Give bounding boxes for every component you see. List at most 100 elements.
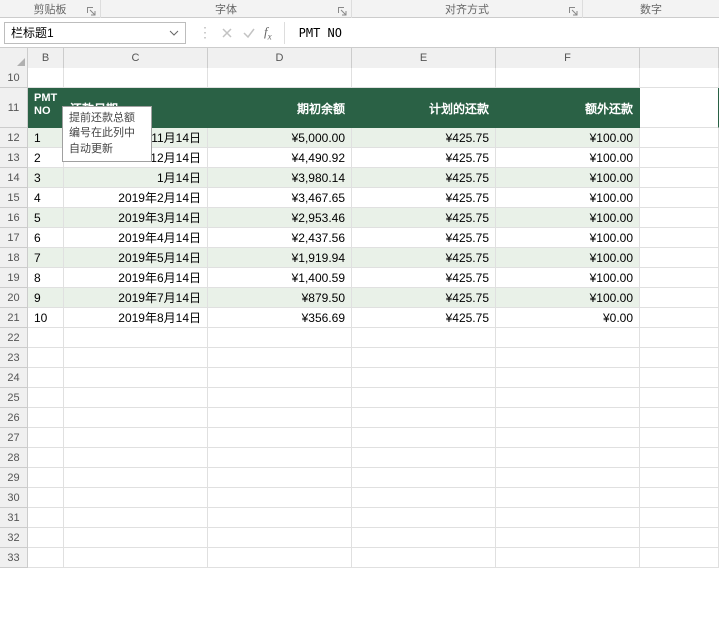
cell[interactable] [352,488,496,508]
cell[interactable] [64,448,208,468]
cell-scheduled[interactable]: ¥425.75 [352,148,496,168]
cell[interactable] [496,368,640,388]
cell-extra[interactable]: ¥100.00 [496,228,640,248]
row-header[interactable]: 29 [0,468,28,488]
dialog-launcher-icon[interactable] [568,6,578,16]
cell[interactable] [640,508,719,528]
cell[interactable] [28,488,64,508]
cell-balance[interactable]: ¥1,400.59 [208,268,352,288]
cell-scheduled[interactable]: ¥425.75 [352,228,496,248]
cell[interactable] [208,488,352,508]
cell[interactable] [640,408,719,428]
cell[interactable] [640,268,719,288]
col-header[interactable]: C [64,48,208,68]
cell[interactable] [64,548,208,568]
row-header[interactable]: 13 [0,148,28,168]
cell[interactable] [64,468,208,488]
cell[interactable] [640,228,719,248]
cell[interactable] [640,128,719,148]
cell[interactable] [496,548,640,568]
cell-scheduled[interactable]: ¥425.75 [352,188,496,208]
cell[interactable] [640,468,719,488]
cell[interactable] [640,148,719,168]
row-header[interactable]: 20 [0,288,28,308]
cell-date[interactable]: 2019年8月14日 [64,308,208,328]
cell-balance[interactable]: ¥2,437.56 [208,228,352,248]
cell[interactable] [640,328,719,348]
cell-extra[interactable]: ¥0.00 [496,308,640,328]
cell-extra[interactable]: ¥100.00 [496,268,640,288]
cell[interactable] [208,448,352,468]
cell-pmt-no[interactable]: 6 [28,228,64,248]
cell-balance[interactable]: ¥356.69 [208,308,352,328]
cell-extra[interactable]: ¥100.00 [496,168,640,188]
row-header[interactable]: 17 [0,228,28,248]
cell[interactable] [28,508,64,528]
cell[interactable] [64,368,208,388]
cell[interactable] [352,388,496,408]
cell[interactable] [496,348,640,368]
cell[interactable] [208,408,352,428]
cell[interactable] [352,328,496,348]
cell[interactable] [208,548,352,568]
cell[interactable] [28,548,64,568]
row-header[interactable]: 12 [0,128,28,148]
row-header[interactable]: 14 [0,168,28,188]
check-icon[interactable] [242,26,256,40]
cell-extra[interactable]: ¥100.00 [496,208,640,228]
row-header[interactable]: 24 [0,368,28,388]
name-box-input[interactable] [11,26,169,40]
fx-icon[interactable]: fx [264,24,272,42]
cell[interactable] [28,528,64,548]
cell[interactable] [640,528,719,548]
cell[interactable] [208,468,352,488]
cell-balance[interactable]: ¥879.50 [208,288,352,308]
cell-pmt-no[interactable]: 7 [28,248,64,268]
cell-extra[interactable]: ¥100.00 [496,248,640,268]
header-extra[interactable]: 额外还款 [496,88,640,128]
cell[interactable] [496,468,640,488]
cell-pmt-no[interactable]: 9 [28,288,64,308]
row-header[interactable]: 16 [0,208,28,228]
cell[interactable] [640,388,719,408]
cell-pmt-no[interactable]: 3 [28,168,64,188]
cell[interactable] [28,368,64,388]
cell-balance[interactable]: ¥3,980.14 [208,168,352,188]
cell[interactable] [352,548,496,568]
cell[interactable] [64,348,208,368]
cell-pmt-no[interactable]: 2 [28,148,64,168]
cell[interactable] [496,388,640,408]
cell[interactable] [208,68,352,88]
cell[interactable] [64,388,208,408]
cell-date[interactable]: 2019年5月14日 [64,248,208,268]
cell[interactable] [640,168,719,188]
cell[interactable] [352,368,496,388]
cell-balance[interactable]: ¥1,919.94 [208,248,352,268]
cell[interactable] [640,548,719,568]
row-header[interactable]: 22 [0,328,28,348]
cell-scheduled[interactable]: ¥425.75 [352,168,496,188]
chevron-down-icon[interactable] [169,28,179,38]
cell[interactable] [640,348,719,368]
row-header[interactable]: 15 [0,188,28,208]
cell[interactable] [496,328,640,348]
cell[interactable] [496,428,640,448]
row-header[interactable]: 28 [0,448,28,468]
name-box[interactable] [4,22,186,44]
cell-extra[interactable]: ¥100.00 [496,128,640,148]
cell[interactable] [64,528,208,548]
header-balance[interactable]: 期初余额 [208,88,352,128]
row-header[interactable]: 10 [0,68,28,88]
formula-input[interactable] [291,22,715,44]
row-header[interactable]: 31 [0,508,28,528]
cell[interactable] [640,248,719,268]
cell[interactable] [64,328,208,348]
col-header[interactable]: E [352,48,496,68]
cell[interactable] [352,348,496,368]
cell-scheduled[interactable]: ¥425.75 [352,268,496,288]
cell-extra[interactable]: ¥100.00 [496,188,640,208]
cell[interactable] [496,408,640,428]
cell[interactable] [496,508,640,528]
cell[interactable] [208,428,352,448]
cell[interactable] [64,508,208,528]
